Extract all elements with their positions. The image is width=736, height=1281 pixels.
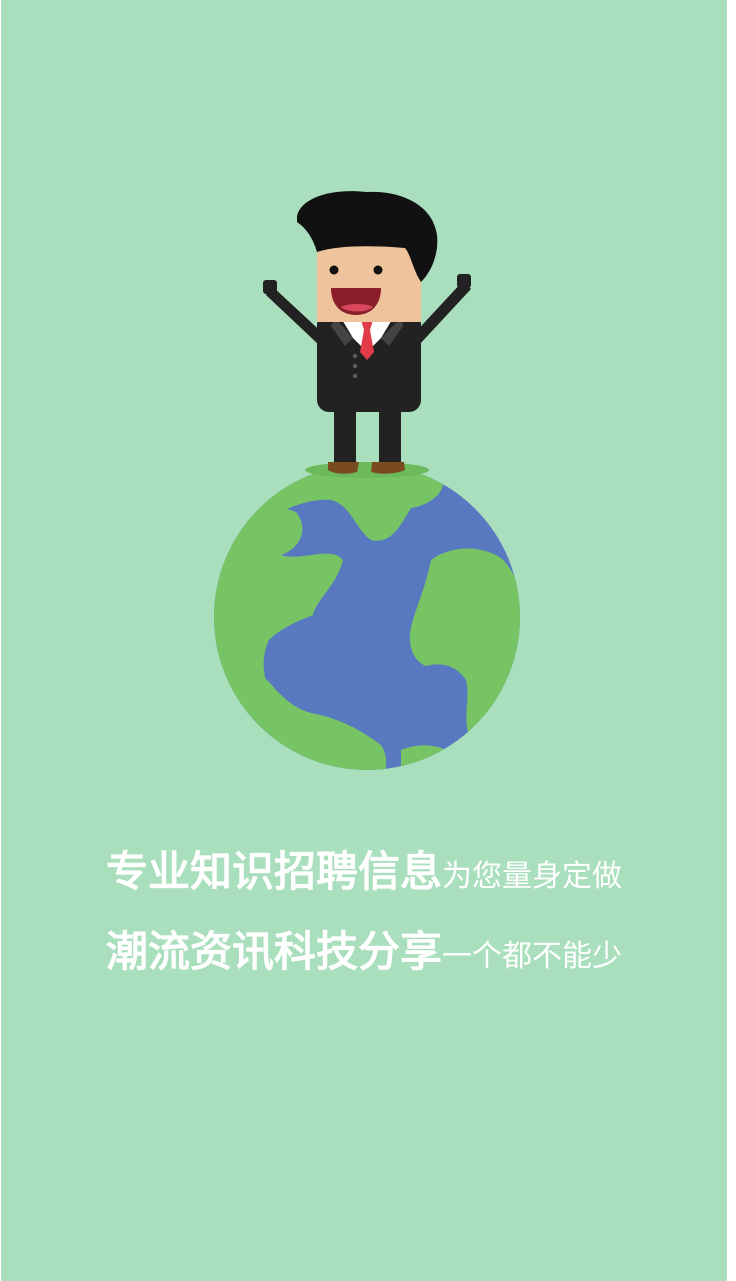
tagline-line-2: 潮流资讯科技分享一个都不能少 [1, 918, 727, 979]
tagline-1-emphasis: 专业知识招聘信息 [105, 847, 442, 896]
globe-icon [214, 464, 520, 770]
splash-screen: 专业知识招聘信息为您量身定做 潮流资讯科技分享一个都不能少 [1, 0, 727, 1281]
tagline-2-rest: 一个都不能少 [442, 939, 622, 974]
businessman-icon [263, 191, 471, 478]
tagline-line-1: 专业知识招聘信息为您量身定做 [1, 838, 727, 899]
tagline-1-rest: 为您量身定做 [442, 859, 622, 894]
tagline-2-emphasis: 潮流资讯科技分享 [105, 927, 442, 976]
splash-illustration [214, 191, 520, 770]
